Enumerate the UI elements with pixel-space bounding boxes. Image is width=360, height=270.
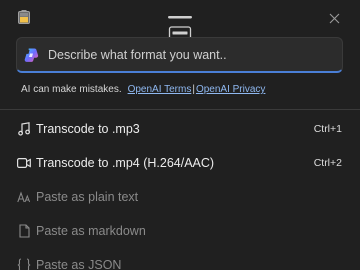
menu-item-label: Transcode to .mp4 (H.264/AAC) <box>36 156 215 170</box>
menu-item-label: Paste as JSON <box>36 258 122 270</box>
link-separator: | <box>192 84 195 95</box>
prompt-input[interactable] <box>48 47 342 62</box>
menu-item-transcode-mp4[interactable]: Transcode to .mp4 (H.264/AAC) Ctrl+2 <box>0 146 360 180</box>
menu-item-label: Transcode to .mp3 <box>36 122 140 136</box>
music-note-icon <box>17 122 31 136</box>
shortcut-label: Ctrl+1 <box>313 123 342 135</box>
disclaimer-text: AI can make mistakes. <box>21 84 122 95</box>
menu-item-paste-plain-text: Paste as plain text <box>0 180 360 214</box>
openai-privacy-link[interactable]: OpenAI Privacy <box>196 84 265 95</box>
close-button[interactable] <box>324 8 344 28</box>
video-camera-icon <box>17 156 31 170</box>
prompt-box[interactable] <box>16 37 343 73</box>
menu-item-label: Paste as markdown <box>36 224 146 238</box>
divider <box>0 109 360 110</box>
advanced-paste-window: AI can make mistakes. OpenAI Terms | Ope… <box>0 0 360 270</box>
copilot-icon <box>24 48 39 62</box>
menu-item-paste-json: Paste as JSON <box>0 248 360 270</box>
ai-disclaimer: AI can make mistakes. OpenAI Terms | Ope… <box>21 84 265 95</box>
json-braces-icon <box>17 258 31 270</box>
battery-app-icon <box>18 10 30 24</box>
menu-item-paste-markdown: Paste as markdown <box>0 214 360 248</box>
menu-item-label: Paste as plain text <box>36 190 139 204</box>
markdown-document-icon <box>17 224 31 238</box>
close-icon <box>329 13 339 23</box>
menu-item-transcode-mp3[interactable]: Transcode to .mp3 Ctrl+1 <box>0 112 360 146</box>
plain-text-icon <box>17 190 31 204</box>
openai-terms-link[interactable]: OpenAI Terms <box>128 84 192 95</box>
shortcut-label: Ctrl+2 <box>313 157 342 169</box>
drag-handle-icon[interactable] <box>168 12 192 40</box>
